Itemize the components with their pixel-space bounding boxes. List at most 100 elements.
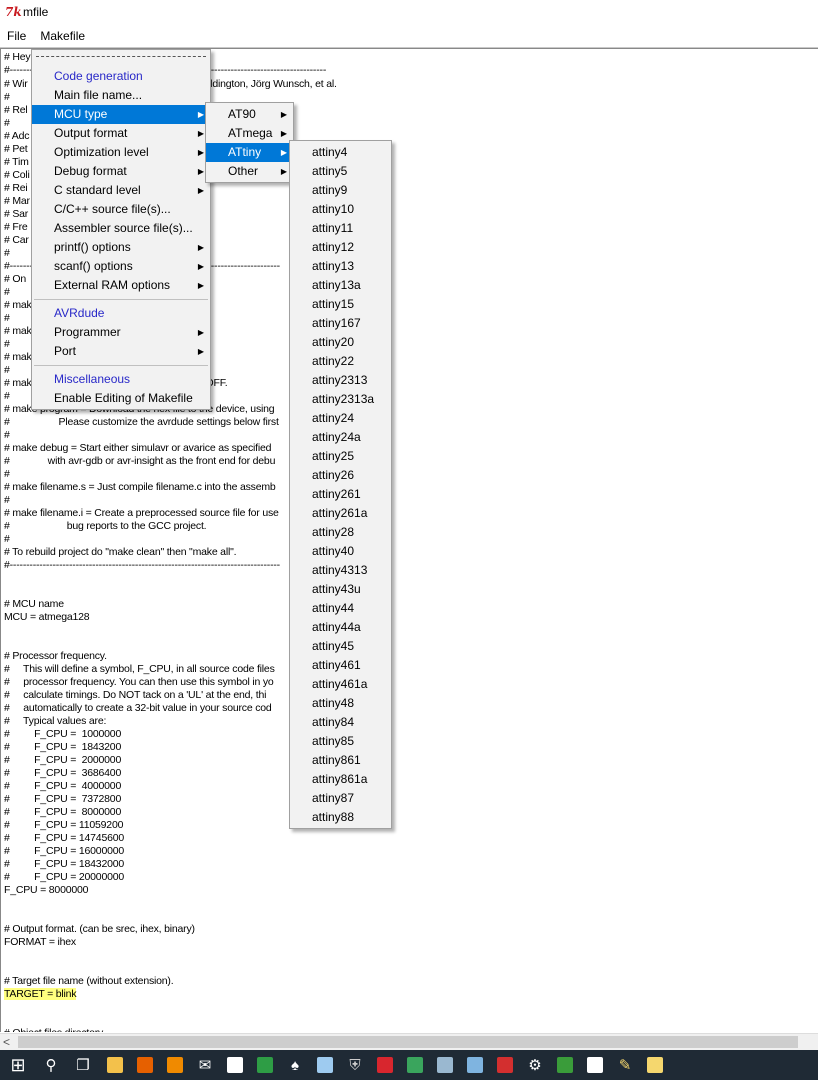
attiny-device-item[interactable]: attiny461a	[290, 675, 391, 694]
attiny-device-item[interactable]: attiny261	[290, 485, 391, 504]
firefox-icon[interactable]	[130, 1050, 160, 1080]
menu-item[interactable]: Port ▶	[32, 342, 210, 361]
app-icon-shape	[257, 1057, 273, 1073]
attiny-device-item[interactable]: attiny43u	[290, 580, 391, 599]
attiny-device-item[interactable]: attiny20	[290, 333, 391, 352]
menu-item[interactable]: C/C++ source file(s)...	[32, 200, 210, 219]
attiny-device-item[interactable]: attiny261a	[290, 504, 391, 523]
scroll-left-arrow-icon[interactable]: <	[3, 1034, 17, 1050]
scrollbar-thumb[interactable]	[18, 1036, 798, 1048]
menu-item[interactable]: Enable Editing of Makefile	[32, 389, 210, 408]
network-icon[interactable]	[400, 1050, 430, 1080]
attiny-device-item[interactable]: attiny40	[290, 542, 391, 561]
menu-item-label: attiny861	[312, 753, 361, 767]
menu-item[interactable]: printf() options ▶	[32, 238, 210, 257]
attiny-device-item[interactable]: attiny2313	[290, 371, 391, 390]
app-icon-shape	[167, 1057, 183, 1073]
attiny-device-item[interactable]: attiny2313a	[290, 390, 391, 409]
code-line: # Coli	[4, 169, 30, 181]
attiny-device-item[interactable]: attiny85	[290, 732, 391, 751]
search-icon[interactable]: ⚲	[36, 1050, 66, 1080]
mcu-family-item[interactable]: Other ▶	[206, 162, 293, 181]
mcu-family-item[interactable]: ATmega ▶	[206, 124, 293, 143]
attiny-device-item[interactable]: attiny84	[290, 713, 391, 732]
menu-item-label: attiny87	[312, 791, 355, 805]
attiny-device-item[interactable]: attiny13	[290, 257, 391, 276]
attiny-device-item[interactable]: attiny24a	[290, 428, 391, 447]
menu-item[interactable]: Output format ▶	[32, 124, 210, 143]
attiny-device-item[interactable]: attiny22	[290, 352, 391, 371]
red-app-icon[interactable]	[370, 1050, 400, 1080]
menu-item[interactable]: Main file name...	[32, 86, 210, 105]
code-line: TARGET = blink	[4, 988, 77, 1001]
pdf-icon[interactable]	[490, 1050, 520, 1080]
submenu-arrow-icon: ▶	[197, 347, 204, 356]
horizontal-scrollbar[interactable]: <	[0, 1033, 818, 1050]
menu-item[interactable]: Optimization level ▶	[32, 143, 210, 162]
terminal-icon[interactable]	[460, 1050, 490, 1080]
menu-item-label: attiny9	[312, 183, 348, 197]
shield-icon[interactable]: ⛨	[340, 1050, 370, 1080]
attiny-device-item[interactable]: attiny4	[290, 143, 391, 162]
mail-icon[interactable]: ✉	[190, 1050, 220, 1080]
attiny-device-item[interactable]: attiny87	[290, 789, 391, 808]
menu-item[interactable]: scanf() options ▶	[32, 257, 210, 276]
attiny-device-item[interactable]: attiny44a	[290, 618, 391, 637]
attiny-device-item[interactable]: attiny12	[290, 238, 391, 257]
menu-item[interactable]: External RAM options ▶	[32, 276, 210, 295]
menu-item[interactable]: C standard level ▶	[32, 181, 210, 200]
menu-item-label: attiny22	[312, 354, 355, 368]
submenu-arrow-icon: ▶	[197, 167, 204, 176]
attiny-device-item[interactable]: attiny9	[290, 181, 391, 200]
cards-icon[interactable]: ♠	[280, 1050, 310, 1080]
vlc-icon[interactable]	[160, 1050, 190, 1080]
attiny-device-item[interactable]: attiny25	[290, 447, 391, 466]
menu-tearoff[interactable]	[36, 56, 206, 57]
mcu-family-item[interactable]: ATtiny ▶	[206, 143, 293, 162]
menu-file[interactable]: File	[0, 25, 33, 47]
attiny-device-item[interactable]: attiny861a	[290, 770, 391, 789]
attiny-device-item[interactable]: attiny5	[290, 162, 391, 181]
attiny-device-item[interactable]: attiny24	[290, 409, 391, 428]
attiny-device-item[interactable]: attiny26	[290, 466, 391, 485]
attiny-device-item[interactable]: attiny461	[290, 656, 391, 675]
notepad-icon[interactable]	[220, 1050, 250, 1080]
menu-makefile[interactable]: Makefile	[33, 25, 92, 47]
image-viewer-icon[interactable]	[430, 1050, 460, 1080]
highlighted-text: TARGET = blink	[4, 988, 77, 1000]
attiny-device-item[interactable]: attiny44	[290, 599, 391, 618]
menu-item-label: attiny2313	[312, 373, 368, 387]
menu-item[interactable]: MCU type ▶	[32, 105, 210, 124]
spreadsheet-icon[interactable]	[550, 1050, 580, 1080]
code-line: # calculate timings. Do NOT tack on a 'U…	[4, 689, 267, 701]
attiny-device-item[interactable]: attiny861	[290, 751, 391, 770]
menu-item-label: Optimization level	[54, 145, 149, 159]
store-icon[interactable]	[580, 1050, 610, 1080]
attiny-device-item[interactable]: attiny15	[290, 295, 391, 314]
attiny-device-item[interactable]: attiny45	[290, 637, 391, 656]
brush-icon[interactable]: ✎	[610, 1050, 640, 1080]
attiny-device-item[interactable]: attiny13a	[290, 276, 391, 295]
attiny-device-item[interactable]: attiny167	[290, 314, 391, 333]
file-explorer-icon[interactable]	[100, 1050, 130, 1080]
menu-item-label: attiny12	[312, 240, 355, 254]
attiny-device-item[interactable]: attiny11	[290, 219, 391, 238]
attiny-device-item[interactable]: attiny4313	[290, 561, 391, 580]
windows-start-icon[interactable]: ⊞	[0, 1050, 36, 1080]
tk-app-icon[interactable]	[640, 1050, 670, 1080]
attiny-device-item[interactable]: attiny88	[290, 808, 391, 827]
notes-icon[interactable]	[310, 1050, 340, 1080]
app-icon-shape	[107, 1057, 123, 1073]
menu-item[interactable]: Assembler source file(s)...	[32, 219, 210, 238]
mcu-family-item[interactable]: AT90 ▶	[206, 105, 293, 124]
task-view-icon[interactable]: ❐	[66, 1050, 100, 1080]
settings-icon[interactable]: ⚙	[520, 1050, 550, 1080]
green-app-icon[interactable]	[250, 1050, 280, 1080]
menu-item[interactable]: Programmer ▶	[32, 323, 210, 342]
attiny-device-item[interactable]: attiny48	[290, 694, 391, 713]
submenu-arrow-icon: ▶	[197, 262, 204, 271]
menu-item[interactable]: Debug format ▶	[32, 162, 210, 181]
code-line: # bug reports to the GCC project.	[4, 520, 207, 532]
attiny-device-item[interactable]: attiny28	[290, 523, 391, 542]
attiny-device-item[interactable]: attiny10	[290, 200, 391, 219]
